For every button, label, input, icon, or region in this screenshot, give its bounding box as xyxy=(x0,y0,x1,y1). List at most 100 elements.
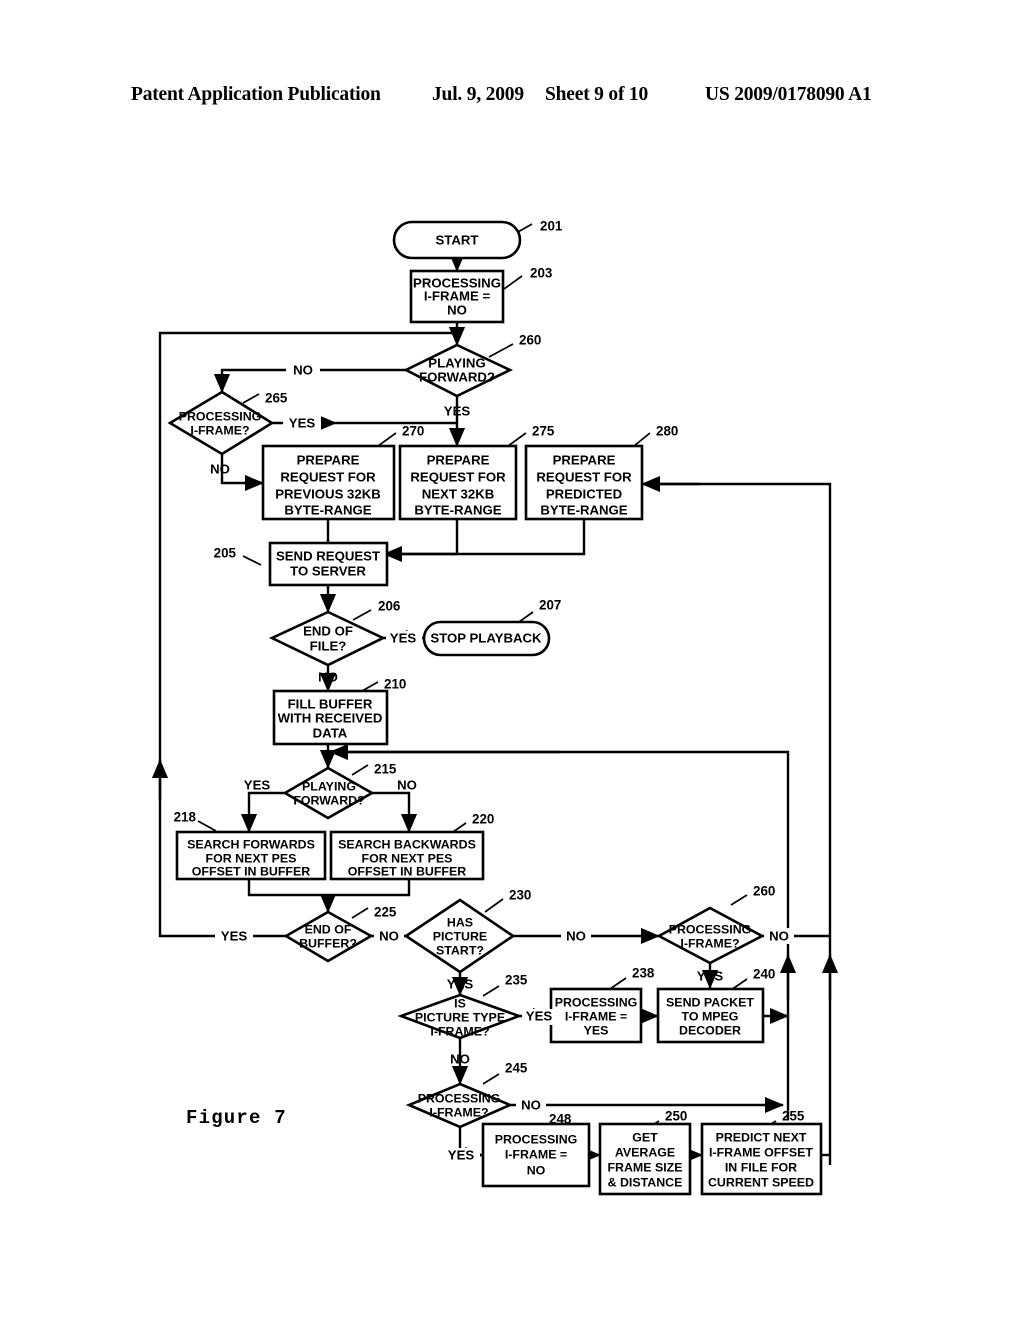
node-265-line1: PROCESSING xyxy=(179,409,262,423)
node-255-line3: IN FILE FOR xyxy=(725,1160,797,1174)
edge-220-225 xyxy=(328,879,411,897)
node-processing-iframe-260b: PROCESSING I-FRAME? xyxy=(656,906,765,965)
leader-260 xyxy=(488,343,514,358)
node-260b-line2: I-FRAME? xyxy=(680,936,739,950)
node-255-line2: I-FRAME OFFSET xyxy=(709,1145,813,1159)
ref-207: 207 xyxy=(539,598,561,613)
node-playing-forward-top: PLAYING FORWARD? xyxy=(403,343,513,398)
edge-280-205 xyxy=(457,519,586,556)
node-processing-iframe-no-init: PROCESSING I-FRAME = NO xyxy=(409,269,505,324)
node-218-line2: FOR NEXT PES xyxy=(206,851,297,865)
node-210-line1: FILL BUFFER xyxy=(288,696,373,711)
ref-245: 245 xyxy=(505,1061,528,1076)
leader-275 xyxy=(507,432,527,447)
node-fill-buffer: FILL BUFFER WITH RECEIVED DATA xyxy=(272,689,389,746)
node-has-picture-start: HAS PICTURE START? xyxy=(403,898,516,974)
ref-280: 280 xyxy=(656,424,678,439)
node-search-backwards: SEARCH BACKWARDS FOR NEXT PES OFFSET IN … xyxy=(329,830,485,881)
node-270-line3: PREVIOUS 32KB xyxy=(275,486,381,501)
node-processing-iframe-265: PROCESSING I-FRAME? xyxy=(167,390,275,456)
ref-203: 203 xyxy=(530,266,552,281)
node-220-line1: SEARCH BACKWARDS xyxy=(338,837,476,851)
node-230-line2: PICTURE xyxy=(433,929,487,943)
node-245-line2: I-FRAME? xyxy=(429,1105,488,1119)
node-255-line4: CURRENT SPEED xyxy=(708,1175,814,1189)
node-prepare-predicted: PREPARE REQUEST FOR PREDICTED BYTE-RANGE xyxy=(524,444,644,521)
figure-caption: Figure 7 xyxy=(186,1107,287,1129)
label-260-no: NO xyxy=(293,362,313,377)
leader-218 xyxy=(197,820,217,832)
label-206-no: NO xyxy=(318,669,338,684)
ref-248: 248 xyxy=(549,1112,572,1127)
patent-page: Patent Application Publication Jul. 9, 2… xyxy=(0,0,1024,1320)
node-238-line3: YES xyxy=(584,1023,609,1037)
ref-260b: 260 xyxy=(753,884,775,899)
node-206-line2: FILE? xyxy=(310,638,347,653)
node-220-line2: FOR NEXT PES xyxy=(362,851,453,865)
edge-outer-riser xyxy=(648,482,832,1165)
node-225-line1: END OF xyxy=(305,922,352,936)
node-255-line1: PREDICT NEXT xyxy=(716,1130,807,1144)
label-235-yes: YES xyxy=(526,1008,553,1023)
label-230-no: NO xyxy=(566,928,586,943)
node-238-line2: I-FRAME = xyxy=(565,1009,627,1023)
label-225-no: NO xyxy=(379,928,399,943)
ref-260: 260 xyxy=(519,333,541,348)
label-235-no: NO xyxy=(450,1051,470,1066)
node-207-label: STOP PLAYBACK xyxy=(430,630,542,645)
node-270-line2: REQUEST FOR xyxy=(280,469,376,484)
node-is-picture-type-iframe: IS PICTURE TYPE I-FRAME? xyxy=(397,993,523,1040)
node-send-packet-mpeg: SEND PACKET TO MPEG DECODER xyxy=(656,987,765,1044)
label-225-yes: YES xyxy=(221,928,248,943)
node-send-request-to-server: SEND REQUEST TO SERVER xyxy=(268,541,389,587)
node-248-line3: NO xyxy=(527,1163,546,1177)
node-265-line2: I-FRAME? xyxy=(190,423,249,437)
ref-210: 210 xyxy=(384,677,406,692)
ref-250: 250 xyxy=(665,1109,687,1124)
node-270-line4: BYTE-RANGE xyxy=(284,502,371,517)
label-215-yes: YES xyxy=(244,777,271,792)
node-238-line1: PROCESSING xyxy=(555,995,638,1009)
label-260b-yes: YES xyxy=(697,968,724,983)
node-275-line1: PREPARE xyxy=(427,452,490,467)
flowchart-diagram: START 201 PROCESSING I-FRAME = NO 203 PL… xyxy=(151,219,839,1196)
node-280-line4: BYTE-RANGE xyxy=(540,502,627,517)
node-get-average-frame-size: GET AVERAGE FRAME SIZE & DISTANCE xyxy=(598,1122,692,1196)
node-start: START xyxy=(392,220,522,260)
ref-230: 230 xyxy=(509,888,531,903)
node-260-line2: FORWARD? xyxy=(419,369,495,384)
ref-218: 218 xyxy=(174,810,197,825)
leader-207 xyxy=(518,611,534,623)
leader-225 xyxy=(351,907,369,919)
edge-215-220-no xyxy=(372,791,418,833)
ref-206: 206 xyxy=(378,599,400,614)
node-206-line1: END OF xyxy=(303,623,353,638)
label-245-yes: YES xyxy=(448,1147,475,1162)
node-275-line4: BYTE-RANGE xyxy=(414,502,501,517)
leader-206 xyxy=(352,609,372,621)
node-205-line1: SEND REQUEST xyxy=(276,548,380,563)
leader-238 xyxy=(609,977,627,990)
node-processing-iframe-no-248: PROCESSING I-FRAME = NO xyxy=(481,1122,591,1188)
node-250-line3: FRAME SIZE xyxy=(607,1160,682,1174)
node-280-line3: PREDICTED xyxy=(546,486,622,501)
leader-210 xyxy=(361,681,379,692)
node-275-line2: REQUEST FOR xyxy=(410,469,506,484)
node-prepare-previous-32kb: PREPARE REQUEST FOR PREVIOUS 32KB BYTE-R… xyxy=(261,444,396,521)
ref-265: 265 xyxy=(265,391,288,406)
ref-238: 238 xyxy=(632,966,655,981)
node-240-line1: SEND PACKET xyxy=(666,995,754,1009)
leader-235 xyxy=(482,985,500,997)
node-stop-playback: STOP PLAYBACK xyxy=(422,620,551,657)
leader-215 xyxy=(351,764,369,776)
ref-225: 225 xyxy=(374,905,397,920)
node-270-line1: PREPARE xyxy=(297,452,360,467)
label-260-yes: YES xyxy=(444,403,471,418)
node-248-line1: PROCESSING xyxy=(495,1132,578,1146)
node-275-line3: NEXT 32KB xyxy=(422,486,495,501)
node-250-line4: & DISTANCE xyxy=(608,1175,683,1189)
node-240-line3: DECODER xyxy=(679,1023,741,1037)
leader-270 xyxy=(377,432,397,447)
label-265-yes: YES xyxy=(289,415,316,430)
node-260b-line1: PROCESSING xyxy=(669,922,752,936)
